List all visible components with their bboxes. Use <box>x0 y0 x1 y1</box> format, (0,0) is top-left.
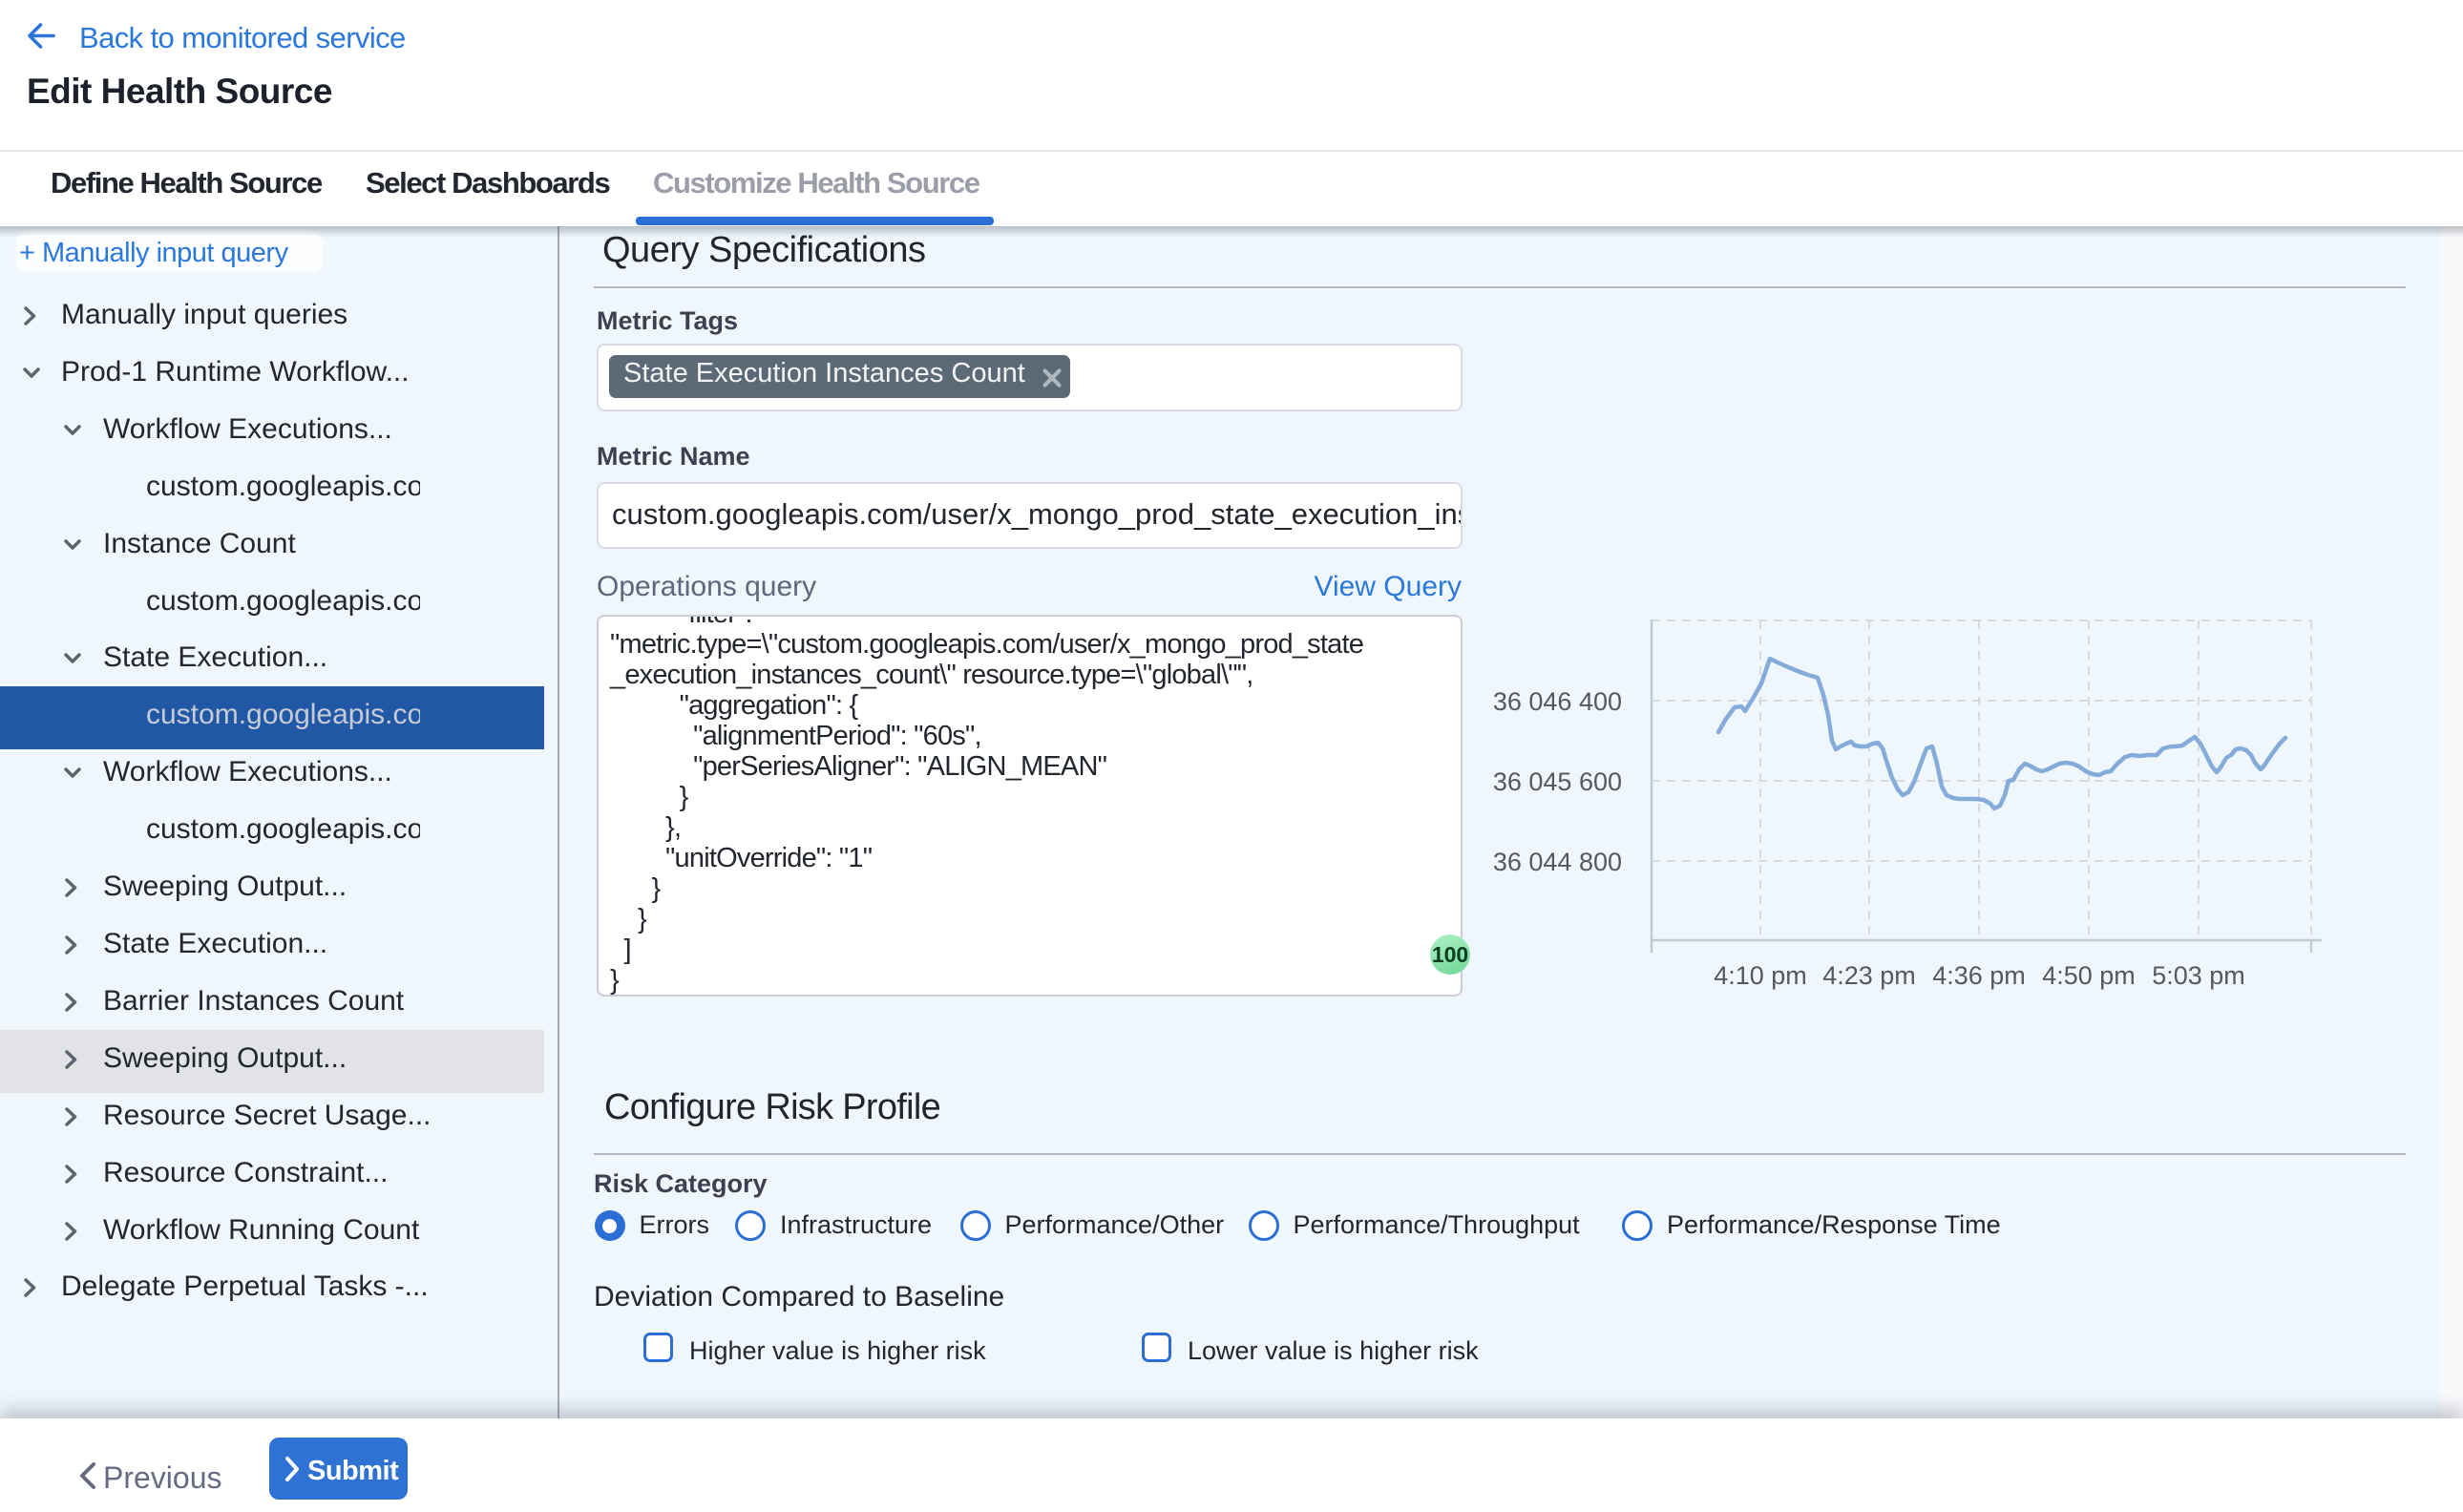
svg-text:36 044 800: 36 044 800 <box>1493 848 1622 876</box>
svg-text:36 045 600: 36 045 600 <box>1493 767 1622 796</box>
svg-text:4:10 pm: 4:10 pm <box>1714 961 1807 990</box>
svg-text:5:03 pm: 5:03 pm <box>2152 961 2245 990</box>
svg-text:4:50 pm: 4:50 pm <box>2042 961 2136 990</box>
svg-text:4:23 pm: 4:23 pm <box>1822 961 1916 990</box>
svg-text:4:36 pm: 4:36 pm <box>1932 961 2026 990</box>
svg-text:36 046 400: 36 046 400 <box>1493 687 1622 716</box>
